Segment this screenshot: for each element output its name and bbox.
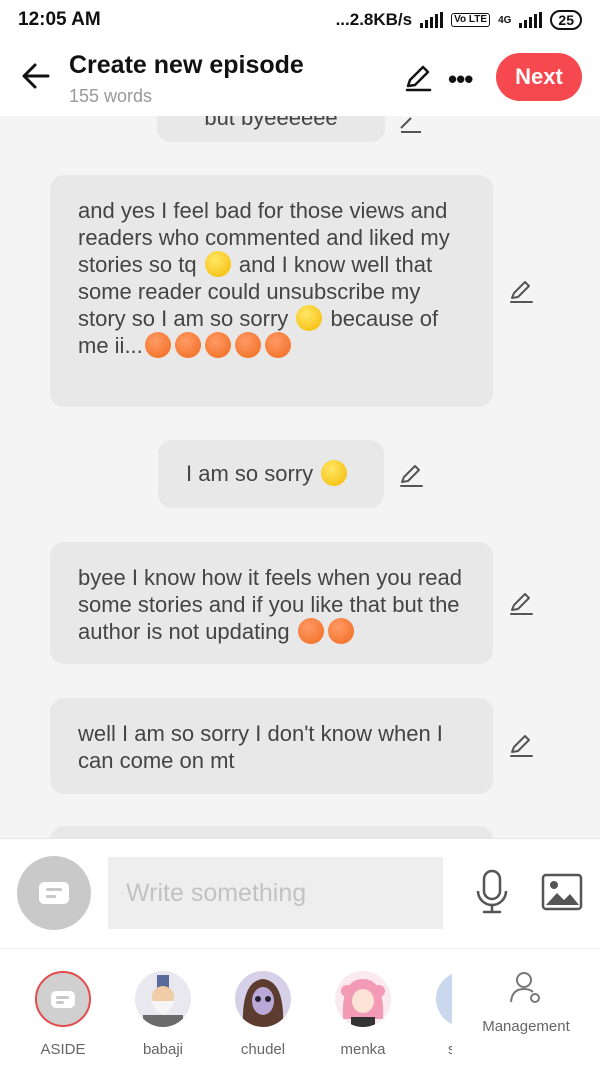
cry-emoji-icon bbox=[144, 332, 171, 358]
app-bar: Create new episode 155 words ••• Next bbox=[0, 40, 600, 116]
volte-icon: Vo LTE bbox=[451, 13, 491, 27]
sad-emoji-icon bbox=[321, 460, 348, 486]
status-bar: 12:05 AM ...2.8KB/s Vo LTE 4G 25 bbox=[0, 0, 600, 40]
next-button[interactable]: Next bbox=[496, 53, 582, 101]
message-bubble[interactable]: I am so sorry bbox=[158, 440, 384, 508]
signal-icon-2 bbox=[519, 12, 543, 28]
character-name: ASIDE bbox=[40, 1041, 86, 1058]
chat-bubble-icon bbox=[39, 882, 69, 904]
avatar bbox=[235, 971, 291, 1027]
avatar bbox=[135, 971, 191, 1027]
message-bubble[interactable]: well I am so sorry I don't know when I c… bbox=[50, 698, 493, 794]
character-name: menka bbox=[340, 1041, 386, 1058]
status-time: 12:05 AM bbox=[18, 9, 101, 30]
image-icon[interactable] bbox=[541, 873, 583, 911]
management-label: Management bbox=[482, 1018, 570, 1035]
grin-emoji-icon bbox=[204, 251, 231, 277]
edit-message-icon[interactable] bbox=[508, 278, 534, 304]
avatar bbox=[335, 971, 391, 1027]
character-partial[interactable]: s bbox=[408, 971, 452, 1058]
message-bubble[interactable]: but byeeeeee bbox=[157, 116, 385, 142]
character-name: chudel bbox=[240, 1041, 286, 1058]
cry-emoji-icon bbox=[234, 332, 261, 358]
character-menka[interactable]: menka bbox=[323, 971, 403, 1058]
avatar bbox=[35, 971, 91, 1027]
character-babaji[interactable]: babaji bbox=[123, 971, 203, 1058]
message-bubble-partial[interactable] bbox=[50, 826, 493, 838]
cry-emoji-icon bbox=[204, 332, 231, 358]
message-bubble[interactable]: and yes I feel bad for those views and r… bbox=[50, 175, 493, 407]
message-text: byee I know how it feels when you read s… bbox=[78, 565, 463, 644]
status-icons: ...2.8KB/s Vo LTE 4G 25 bbox=[336, 10, 582, 30]
character-name: s bbox=[448, 1041, 452, 1058]
cry-emoji-icon bbox=[174, 332, 201, 358]
cry-emoji-icon bbox=[297, 618, 324, 644]
signal-icon bbox=[420, 12, 444, 28]
network-type: 4G bbox=[498, 14, 512, 26]
cry-emoji-icon bbox=[327, 618, 354, 644]
aside-toggle-button[interactable] bbox=[17, 856, 91, 930]
meh-emoji-icon bbox=[296, 305, 323, 331]
character-bar: ASIDE babaji chudel menka s Management bbox=[0, 948, 600, 1068]
avatar bbox=[436, 971, 452, 1027]
character-chudel[interactable]: chudel bbox=[223, 971, 303, 1058]
network-speed: ...2.8KB/s bbox=[335, 10, 413, 29]
cry-emoji-icon bbox=[264, 332, 291, 358]
edit-message-icon[interactable] bbox=[398, 462, 424, 488]
character-name: babaji bbox=[142, 1041, 184, 1058]
edit-message-icon[interactable] bbox=[508, 732, 534, 758]
message-list[interactable]: but byeeeeee and yes I feel bad for thos… bbox=[0, 116, 600, 838]
edit-title-icon[interactable] bbox=[402, 62, 434, 94]
back-arrow-icon[interactable] bbox=[18, 58, 54, 94]
chudel-avatar-icon bbox=[242, 979, 284, 1027]
message-text: but byeeeeee bbox=[204, 116, 338, 130]
message-text: well I am so sorry I don't know when I c… bbox=[78, 721, 443, 773]
edit-message-icon[interactable] bbox=[508, 590, 534, 616]
word-count: 155 words bbox=[69, 86, 153, 106]
microphone-icon[interactable] bbox=[474, 869, 510, 915]
edit-message-icon[interactable] bbox=[398, 116, 424, 134]
message-input[interactable] bbox=[108, 857, 443, 929]
chat-bubble-icon bbox=[51, 990, 75, 1008]
menka-avatar-icon bbox=[341, 979, 385, 1027]
user-settings-icon bbox=[510, 972, 540, 1003]
battery-icon: 25 bbox=[550, 10, 582, 30]
more-options-icon[interactable]: ••• bbox=[448, 64, 473, 95]
message-text: I am so sorry bbox=[186, 460, 349, 486]
character-aside[interactable]: ASIDE bbox=[23, 971, 103, 1058]
management-button[interactable]: Management bbox=[478, 969, 574, 1035]
babaji-avatar-icon bbox=[143, 975, 183, 1027]
composer-bar bbox=[0, 838, 600, 948]
message-bubble[interactable]: byee I know how it feels when you read s… bbox=[50, 542, 493, 664]
page-title: Create new episode bbox=[69, 51, 304, 79]
message-text: and yes I feel bad for those views and r… bbox=[78, 198, 450, 358]
